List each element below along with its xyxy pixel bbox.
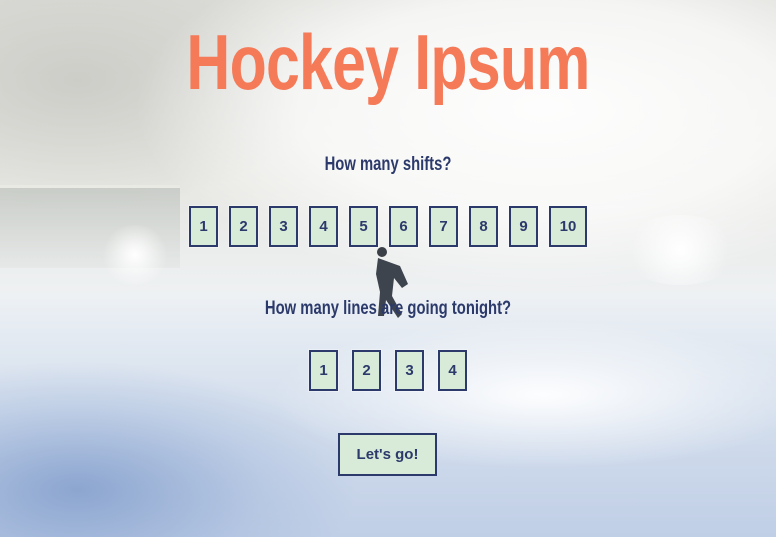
page-title: Hockey Ipsum [186, 18, 590, 106]
shift-option-7[interactable]: 7 [429, 206, 458, 247]
shift-option-5[interactable]: 5 [349, 206, 378, 247]
shift-option-1[interactable]: 1 [189, 206, 218, 247]
shift-option-3[interactable]: 3 [269, 206, 298, 247]
page-content: Hockey Ipsum How many shifts? 1 2 3 4 5 … [0, 0, 776, 537]
shifts-options: 1 2 3 4 5 6 7 8 9 10 [0, 206, 776, 247]
shift-option-8[interactable]: 8 [469, 206, 498, 247]
shift-option-4[interactable]: 4 [309, 206, 338, 247]
shift-option-9[interactable]: 9 [509, 206, 538, 247]
line-option-4[interactable]: 4 [438, 350, 467, 391]
lets-go-button[interactable]: Let's go! [338, 433, 437, 476]
lines-options: 1 2 3 4 [0, 350, 776, 391]
line-option-2[interactable]: 2 [352, 350, 381, 391]
shifts-question: How many shifts? [324, 154, 452, 175]
lines-question: How many lines are going tonight? [264, 298, 512, 319]
line-option-1[interactable]: 1 [309, 350, 338, 391]
shift-option-2[interactable]: 2 [229, 206, 258, 247]
line-option-3[interactable]: 3 [395, 350, 424, 391]
shift-option-6[interactable]: 6 [389, 206, 418, 247]
shift-option-10[interactable]: 10 [549, 206, 587, 247]
